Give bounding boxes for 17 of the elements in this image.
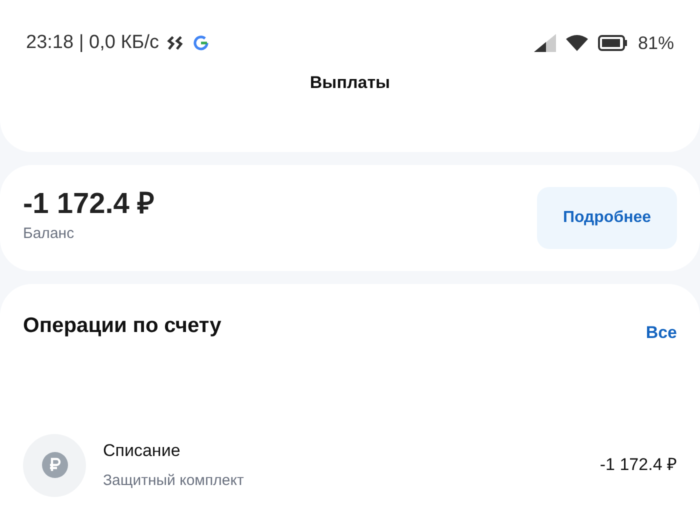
- details-button[interactable]: Подробнее: [537, 187, 677, 249]
- operation-title: Списание: [103, 440, 182, 462]
- balance-amount: -1 172.4 ₽: [23, 190, 154, 220]
- page-title: Выплаты: [310, 72, 390, 94]
- double-s-icon: [167, 35, 186, 51]
- signal-icon: [534, 34, 556, 52]
- operation-amount: -1 172.4 ₽: [600, 454, 677, 476]
- wifi-icon: [566, 35, 588, 51]
- section-title: Операции по счету: [23, 313, 222, 339]
- operation-subtitle: Защитный комплект: [103, 470, 245, 490]
- google-icon: [193, 35, 210, 51]
- operation-row[interactable]: Списание Защитный комплект -1 172.4 ₽: [23, 434, 677, 496]
- battery-percent: 81%: [638, 32, 674, 54]
- battery-icon: [598, 35, 628, 51]
- status-time: 23:18 | 0,0 КБ/с: [26, 30, 160, 55]
- balance-label: Баланс: [23, 224, 76, 244]
- all-link[interactable]: Все: [646, 320, 677, 346]
